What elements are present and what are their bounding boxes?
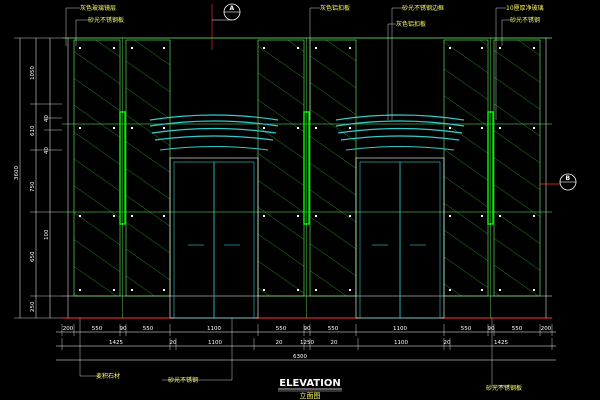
panel-bolt — [481, 289, 483, 291]
dim-top-row: 550 — [276, 326, 287, 332]
label-clear-glass: 10厘厚净玻璃 — [506, 4, 544, 12]
panel-bolt — [263, 289, 265, 291]
dim-top-row: 550 — [92, 326, 103, 332]
label-bottom-steel: 砂光不锈钢 — [168, 376, 198, 384]
panel-bolt — [263, 215, 265, 217]
panel-bolt — [113, 215, 115, 217]
dim-top-row: 550 — [328, 326, 339, 332]
dim-top-row: 1100 — [393, 326, 407, 332]
panel-bolt — [533, 215, 535, 217]
total-dim: 6300 — [293, 354, 307, 360]
elevation-drawing: A B 灰色玻璃镜层 砂光不锈钢板 灰色铝扣板 砂光不锈钢边框 灰色铝扣板 10… — [0, 0, 600, 400]
panel-bolt — [163, 289, 165, 291]
panel-bolt — [499, 289, 501, 291]
panel-bolt — [131, 289, 133, 291]
panel-bolt — [449, 47, 451, 49]
panel-bolt — [113, 47, 115, 49]
left-dim: 650 — [30, 251, 36, 262]
panel-bolt — [297, 215, 299, 217]
glass-panel — [257, 39, 305, 297]
panel-bolt — [349, 127, 351, 129]
panel-bolt — [131, 127, 133, 129]
panel-bolt — [113, 127, 115, 129]
label-steel-frame: 砂光不锈钢边框 — [402, 4, 444, 12]
glass-panel — [73, 39, 121, 297]
panel-bolt — [499, 215, 501, 217]
panel-bolt — [163, 47, 165, 49]
dim-top-row: 1100 — [207, 326, 221, 332]
subtitle-text: 立面图 — [300, 391, 321, 400]
dim-top-row: 200 — [541, 326, 552, 332]
panel-bolt — [297, 47, 299, 49]
panel-bolt — [449, 215, 451, 217]
panel-bolt — [533, 47, 535, 49]
left-sub-dim: 40 — [44, 147, 50, 154]
panel-bolt — [113, 289, 115, 291]
panel-bolt — [499, 47, 501, 49]
left-total-dim: 3600 — [14, 166, 20, 180]
panel-bolt — [297, 289, 299, 291]
panel-bolt — [349, 215, 351, 217]
panel-bolt — [481, 127, 483, 129]
dim-top-row: 200 — [63, 326, 74, 332]
panel-bolt — [263, 47, 265, 49]
label-gray-aluminum-2: 灰色铝扣板 — [396, 20, 426, 28]
left-sub-dim: 100 — [44, 229, 50, 240]
panel-bolt — [79, 289, 81, 291]
panel-bolt — [481, 215, 483, 217]
dim-top-row: 550 — [143, 326, 154, 332]
dim-middle-row: 20 — [331, 340, 338, 346]
dim-middle-row: 1100 — [394, 340, 408, 346]
panel-bolt — [349, 289, 351, 291]
label-sanded-steel: 砂光不锈钢 — [510, 16, 540, 24]
glass-panel — [443, 39, 489, 297]
label-gray-aluminum-1: 灰色铝扣板 — [320, 4, 350, 12]
section-marker-right-label: B — [566, 175, 571, 182]
section-marker-top-label: A — [230, 5, 235, 12]
left-dim: 1050 — [30, 66, 36, 80]
panel-bolt — [163, 127, 165, 129]
panel-bolt — [315, 289, 317, 291]
left-sub-dim: 40 — [44, 115, 50, 122]
panel-bolt — [131, 215, 133, 217]
dim-top-row: 550 — [461, 326, 472, 332]
dim-middle-row: 1100 — [208, 340, 222, 346]
panel-bolt — [499, 127, 501, 129]
panel-bolt — [315, 215, 317, 217]
dim-middle-row: 20 — [276, 340, 283, 346]
panel-bolt — [79, 127, 81, 129]
glass-panel — [493, 39, 541, 297]
dim-middle-row: 1250 — [300, 340, 314, 346]
dim-middle-row: 1425 — [494, 340, 508, 346]
glass-panel — [309, 39, 357, 297]
panel-bolt — [533, 127, 535, 129]
panel-bolt — [449, 289, 451, 291]
left-dim: 250 — [30, 301, 36, 312]
dim-top-row: 550 — [512, 326, 523, 332]
panel-bolt — [79, 215, 81, 217]
label-sanded-steel-plate: 砂光不锈钢板 — [88, 16, 124, 24]
panel-bolt — [263, 127, 265, 129]
dim-middle-row: 1425 — [109, 340, 123, 346]
left-dim: 610 — [30, 125, 36, 136]
left-dim: 750 — [30, 181, 36, 192]
panel-bolt — [163, 215, 165, 217]
label-bottom-steel-plate: 砂光不锈钢板 — [486, 384, 522, 392]
title-text: ELEVATION — [279, 378, 340, 389]
panel-bolt — [481, 47, 483, 49]
glass-panel — [125, 39, 171, 297]
panel-bolt — [315, 47, 317, 49]
panel-bolt — [449, 127, 451, 129]
label-stone: 麦积石材 — [96, 372, 120, 380]
panel-bolt — [315, 127, 317, 129]
panel-bolt — [79, 47, 81, 49]
label-gray-glass: 灰色玻璃镜层 — [80, 4, 116, 12]
panel-bolt — [297, 127, 299, 129]
panel-bolt — [533, 289, 535, 291]
panel-bolt — [349, 47, 351, 49]
panel-bolt — [131, 47, 133, 49]
